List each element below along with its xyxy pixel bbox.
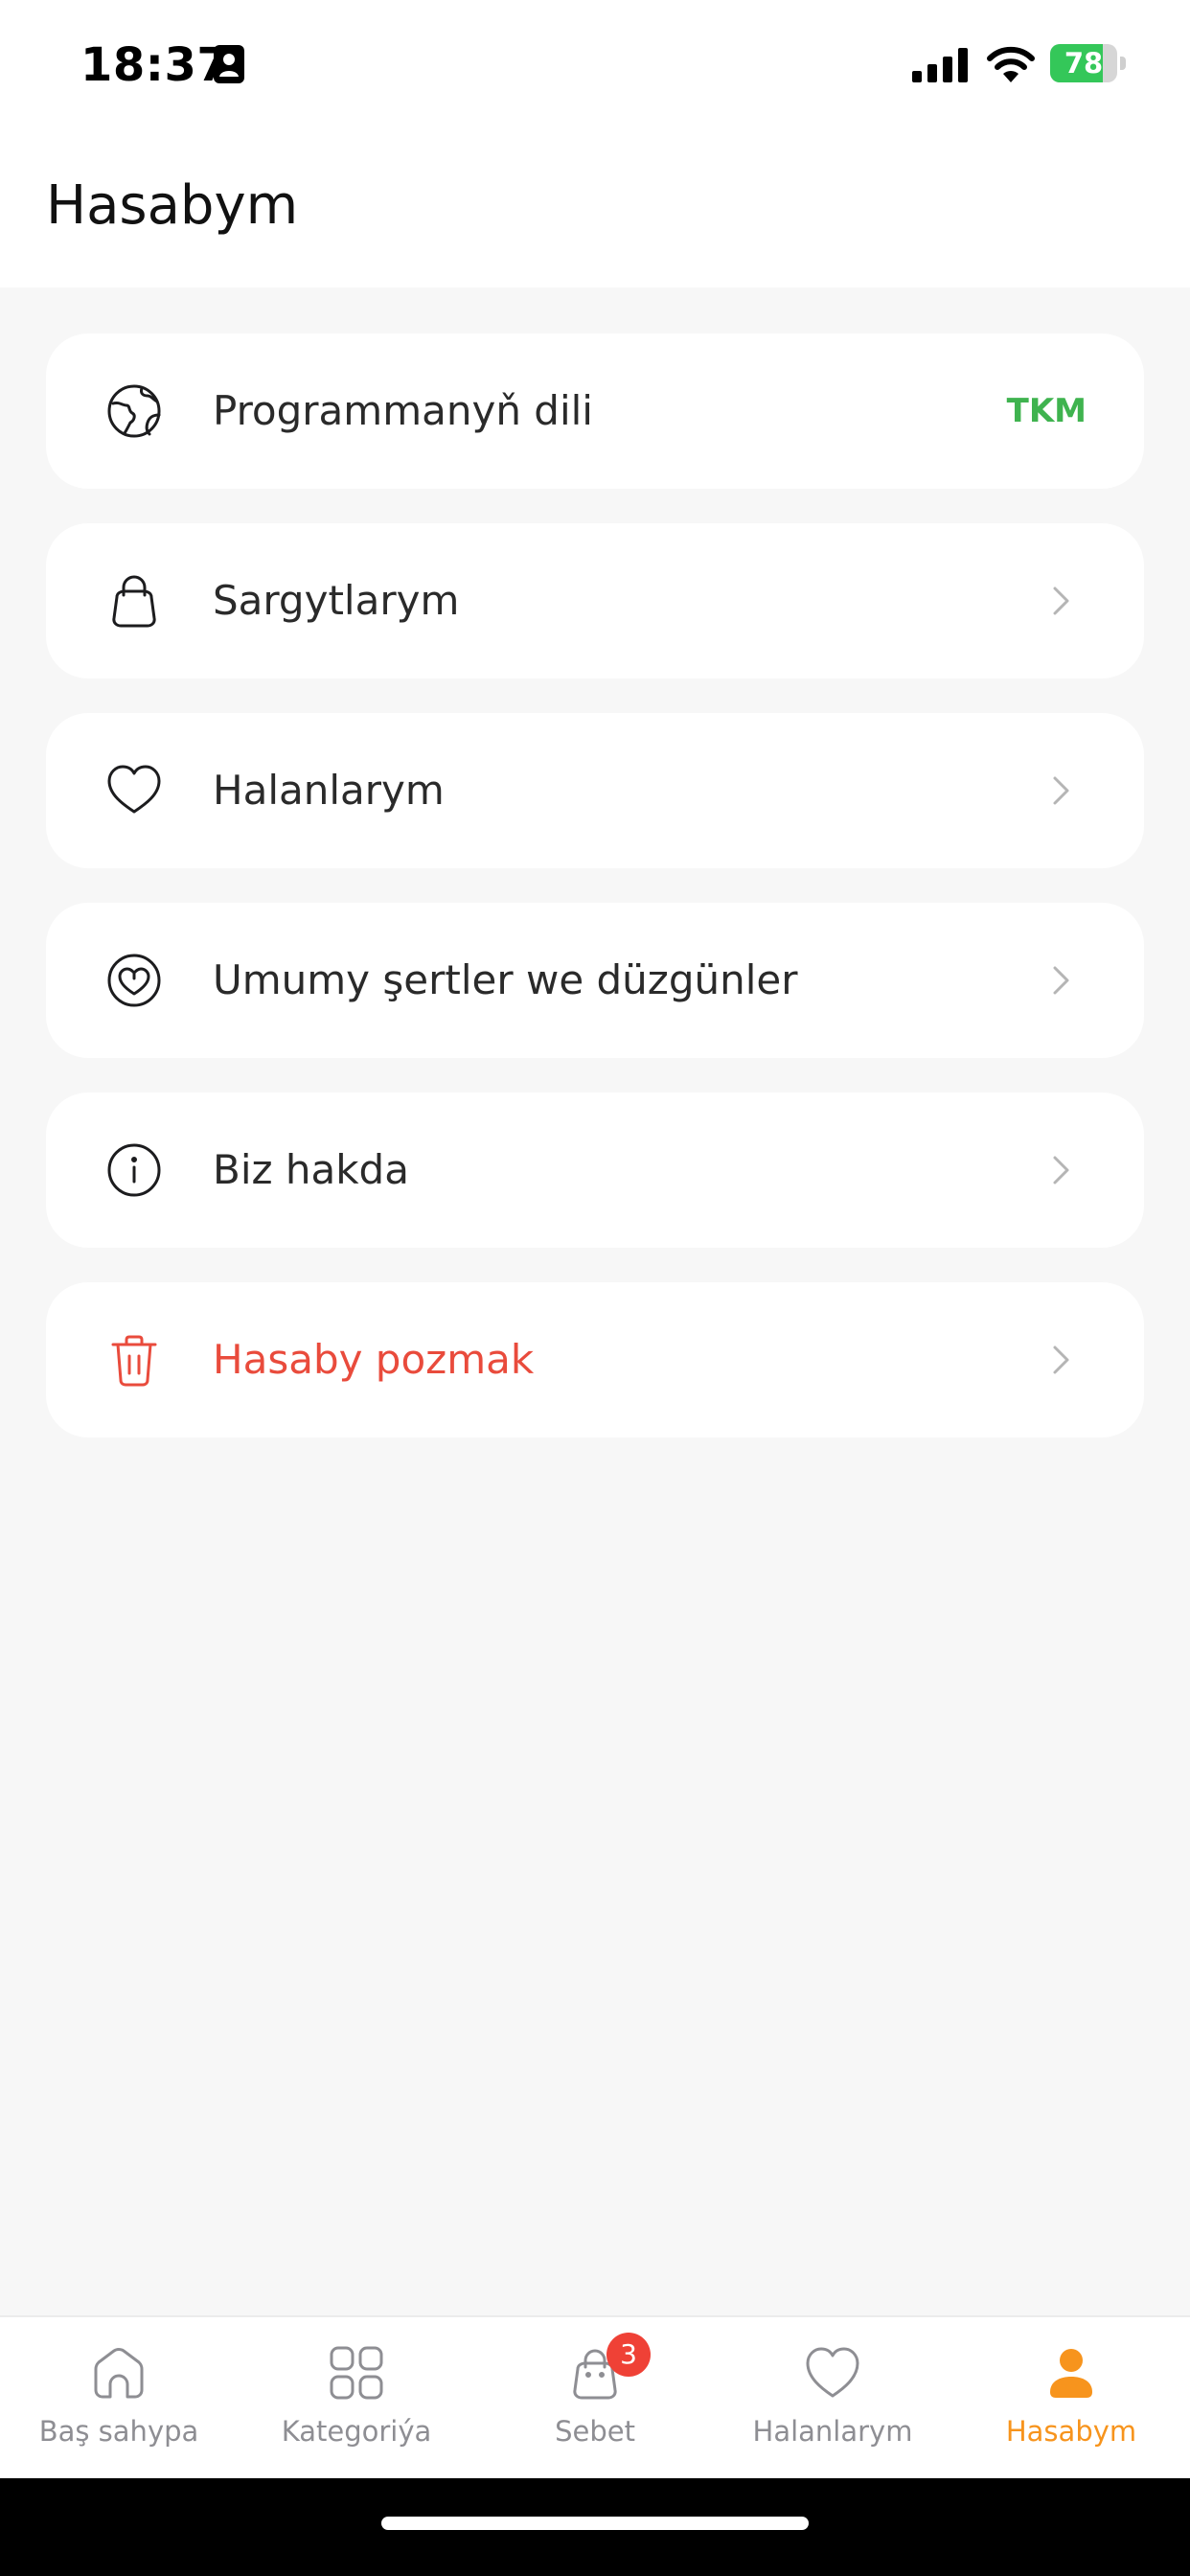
language-value: TKM bbox=[1006, 392, 1087, 430]
menu-item-favorites[interactable]: Halanlarym bbox=[46, 713, 1144, 868]
menu-item-label: Umumy şertler we düzgünler bbox=[213, 956, 798, 1003]
battery-cap bbox=[1120, 57, 1126, 70]
menu-item-terms[interactable]: Umumy şertler we düzgünler bbox=[46, 903, 1144, 1058]
menu-item-delete-account[interactable]: Hasaby pozmak bbox=[46, 1282, 1144, 1438]
home-indicator[interactable] bbox=[381, 2517, 809, 2530]
grid-icon bbox=[330, 2346, 383, 2400]
home-indicator-area bbox=[0, 2478, 1190, 2576]
tab-label: Sebet bbox=[555, 2415, 635, 2448]
heart-icon bbox=[806, 2347, 859, 2398]
tab-label: Baş sahypa bbox=[38, 2415, 199, 2448]
menu-item-label: Programmanyň dili bbox=[213, 387, 593, 434]
tab-home[interactable]: Baş sahypa bbox=[0, 2317, 238, 2480]
heart-icon bbox=[107, 765, 161, 814]
battery-percent: 78 bbox=[1064, 47, 1104, 80]
tab-account[interactable]: Hasabym bbox=[952, 2317, 1190, 2480]
menu-item-label: Hasaby pozmak bbox=[213, 1336, 535, 1383]
status-bar: 18:37 78 bbox=[0, 0, 1190, 134]
header: Hasabym bbox=[0, 134, 1190, 288]
page-title: Hasabym bbox=[46, 174, 299, 237]
menu-item-orders[interactable]: Sargytlarym bbox=[46, 523, 1144, 678]
tab-label: Kategoriýa bbox=[281, 2415, 432, 2448]
menu-item-label: Sargytlarym bbox=[213, 577, 460, 624]
menu-item-label: Halanlarym bbox=[213, 767, 445, 814]
chevron-right-icon bbox=[1053, 776, 1069, 805]
user-icon bbox=[1050, 2349, 1092, 2398]
account-menu: Programmanyň dili TKM Sargytlarym Halanl… bbox=[46, 334, 1144, 1472]
home-icon bbox=[94, 2348, 144, 2399]
cart-badge: 3 bbox=[606, 2333, 651, 2377]
tab-categories[interactable]: Kategoriýa bbox=[238, 2317, 475, 2480]
menu-item-app-language[interactable]: Programmanyň dili TKM bbox=[46, 334, 1144, 489]
globe-icon bbox=[107, 384, 161, 438]
chevron-right-icon bbox=[1053, 966, 1069, 995]
tab-cart[interactable]: 3 Sebet bbox=[476, 2317, 714, 2480]
menu-item-about[interactable]: Biz hakda bbox=[46, 1092, 1144, 1248]
terms-heart-icon bbox=[107, 954, 161, 1007]
chevron-right-icon bbox=[1053, 586, 1069, 615]
chevron-right-icon bbox=[1053, 1156, 1069, 1184]
bottom-tab-bar: Baş sahypa Kategoriýa 3 Sebet Halanlarym bbox=[0, 2315, 1190, 2480]
contact-card-icon bbox=[214, 45, 244, 83]
shopping-bag-icon bbox=[112, 575, 156, 628]
tab-favorites[interactable]: Halanlarym bbox=[714, 2317, 951, 2480]
tab-label: Halanlarym bbox=[752, 2415, 913, 2448]
battery-body: 78 bbox=[1050, 44, 1117, 82]
tab-label: Hasabym bbox=[1005, 2415, 1137, 2448]
battery-indicator: 78 bbox=[1050, 44, 1129, 84]
wifi-icon bbox=[987, 46, 1035, 82]
menu-item-label: Biz hakda bbox=[213, 1146, 409, 1193]
info-icon bbox=[107, 1143, 161, 1197]
status-time: 18:37 bbox=[80, 38, 230, 92]
trash-icon bbox=[111, 1335, 157, 1387]
cellular-signal-icon bbox=[912, 48, 968, 82]
chevron-right-icon bbox=[1053, 1346, 1069, 1374]
